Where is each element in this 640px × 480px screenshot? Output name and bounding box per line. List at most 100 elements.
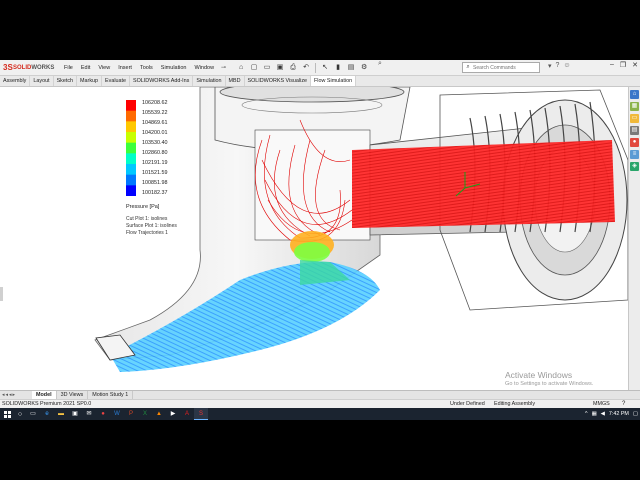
resources-icon[interactable]: ⌂ [630, 90, 639, 99]
command-manager-tabs: Assembly Layout Sketch Markup Evaluate S… [0, 76, 640, 87]
menu-edit[interactable]: Edit [77, 65, 94, 71]
select-icon[interactable]: ↖ [320, 63, 330, 73]
mail-icon[interactable]: ✉ [82, 408, 96, 420]
user-icon[interactable]: ☺ [563, 62, 570, 70]
open-icon[interactable]: ▭ [262, 63, 272, 73]
options-icon[interactable]: ⚙ [359, 63, 369, 73]
edge-icon[interactable]: e [40, 408, 54, 420]
home-icon[interactable]: ⌂ [236, 63, 246, 73]
watermark-subtitle: Go to Settings to activate Windows. [505, 381, 594, 387]
legend-value: 105539.22 [142, 110, 168, 116]
volume-icon[interactable]: ◀ [601, 411, 605, 417]
model-viewport [94, 87, 628, 372]
legend-value: 106208.62 [142, 100, 168, 106]
tab-addins[interactable]: SOLIDWORKS Add-Ins [130, 76, 194, 86]
design-library-icon[interactable]: ▦ [630, 102, 639, 111]
high-pressure-trajectories [352, 140, 615, 228]
watermark-title: Activate Windows [505, 370, 573, 380]
file-explorer-icon[interactable]: ▭ [630, 114, 639, 123]
menu-simulation[interactable]: Simulation [157, 65, 191, 71]
search-commands[interactable]: ⌕ [462, 62, 540, 73]
vlc-icon[interactable]: ▲ [152, 408, 166, 420]
menu-bar: 3S SOLIDWORKS File Edit View Insert Tool… [0, 60, 640, 76]
undo-icon[interactable]: ↶ [301, 63, 311, 73]
media-icon[interactable]: ▶ [166, 408, 180, 420]
tab-flow-simulation[interactable]: Flow Simulation [311, 76, 357, 86]
legend-swatch [126, 185, 136, 196]
status-bar: SOLIDWORKS Premium 2021 SP0.0 Under Defi… [0, 399, 640, 408]
windows-logo-icon [3, 410, 11, 418]
system-tray: ^ ▦ ◀ 7:42 PM ▢ [585, 408, 638, 420]
search-dropdown-icon[interactable]: ▾ [548, 62, 552, 70]
tray-chevron-icon[interactable]: ^ [585, 411, 588, 417]
menu-view[interactable]: View [94, 65, 114, 71]
chrome-icon[interactable]: ● [96, 408, 110, 420]
task-view-icon[interactable]: ▭ [26, 408, 40, 420]
appearances-icon[interactable]: ● [630, 138, 639, 147]
menu-tools[interactable]: Tools [136, 65, 157, 71]
search-icon[interactable]: ⌕ [463, 64, 473, 71]
tab-visualize[interactable]: SOLIDWORKS Visualize [245, 76, 312, 86]
tab-simulation[interactable]: Simulation [193, 76, 226, 86]
tab-scroll-arrows[interactable]: ◂◂◂▸ [0, 391, 32, 399]
help-icon[interactable]: ? [556, 62, 560, 70]
plot-note: Flow Trajectories 1 [126, 230, 168, 236]
legend-swatch [126, 132, 136, 144]
network-icon[interactable]: ▦ [592, 411, 597, 417]
tab-mbd[interactable]: MBD [226, 76, 245, 86]
legend-swatch [126, 153, 136, 165]
legend-swatch [126, 110, 136, 122]
tab-sketch[interactable]: Sketch [54, 76, 78, 86]
toolbar-divider [315, 62, 317, 73]
task-pane: ⌂ ▦ ▭ ▤ ● ≡ ◈ [628, 87, 640, 390]
feature-tree-toggle[interactable] [0, 287, 3, 301]
graphics-area[interactable] [0, 87, 628, 390]
custom-properties-icon[interactable]: ≡ [630, 150, 639, 159]
tab-model[interactable]: Model [32, 391, 57, 399]
view-palette-icon[interactable]: ▤ [630, 126, 639, 135]
rebuild-icon[interactable]: ▮ [333, 63, 343, 73]
word-icon[interactable]: W [110, 408, 124, 420]
tab-assembly[interactable]: Assembly [0, 76, 31, 86]
letterbox-bottom [0, 420, 640, 480]
solidworks-icon[interactable]: S [194, 408, 208, 420]
zoom-icon[interactable]: ⌕ [378, 60, 382, 68]
legend-swatch [126, 100, 136, 112]
file-explorer-icon[interactable]: ▬ [54, 408, 68, 420]
flow-results-icon[interactable]: ◈ [630, 162, 639, 171]
excel-icon[interactable]: X [138, 408, 152, 420]
save-icon[interactable]: ▣ [275, 63, 285, 73]
clock[interactable]: 7:42 PM [609, 411, 629, 417]
pin-icon[interactable]: ⊸ [221, 64, 226, 71]
print-icon[interactable]: ⎙ [288, 63, 298, 73]
plot-note: Surface Plot 1: isolines [126, 223, 177, 229]
file-properties-icon[interactable]: ▤ [346, 63, 356, 73]
tab-evaluate[interactable]: Evaluate [102, 76, 131, 86]
new-icon[interactable]: ▢ [249, 63, 259, 73]
close-icon[interactable]: ✕ [632, 61, 638, 69]
menu-window[interactable]: Window [190, 65, 218, 71]
powerpoint-icon[interactable]: P [124, 408, 138, 420]
restore-icon[interactable]: ❐ [620, 61, 626, 69]
notifications-icon[interactable]: ▢ [633, 411, 638, 417]
tab-3d-views[interactable]: 3D Views [57, 391, 89, 399]
menu-file[interactable]: File [60, 65, 77, 71]
solidworks-logo[interactable]: 3S SOLIDWORKS [0, 63, 60, 72]
start-button[interactable] [0, 408, 14, 420]
tab-motion-study[interactable]: Motion Study 1 [88, 391, 134, 399]
menu-insert[interactable]: Insert [114, 65, 136, 71]
tab-markup[interactable]: Markup [77, 76, 103, 86]
letterbox-top [0, 0, 640, 60]
quick-access-toolbar: ⌂ ▢ ▭ ▣ ⎙ ↶ ↖ ▮ ▤ ⚙ [236, 62, 369, 73]
legend-value: 104869.61 [142, 120, 168, 126]
search-icon[interactable]: ○ [14, 411, 26, 418]
legend-title: Pressure [Pa] [126, 204, 160, 210]
legend-swatch [126, 142, 136, 154]
minimize-icon[interactable]: – [610, 61, 614, 69]
legend-color-bar [126, 100, 136, 196]
acrobat-icon[interactable]: A [180, 408, 194, 420]
plot-note: Cut Plot 1: isolines [126, 216, 168, 222]
store-icon[interactable]: ▣ [68, 408, 82, 420]
search-input[interactable] [473, 64, 537, 71]
tab-layout[interactable]: Layout [30, 76, 54, 86]
